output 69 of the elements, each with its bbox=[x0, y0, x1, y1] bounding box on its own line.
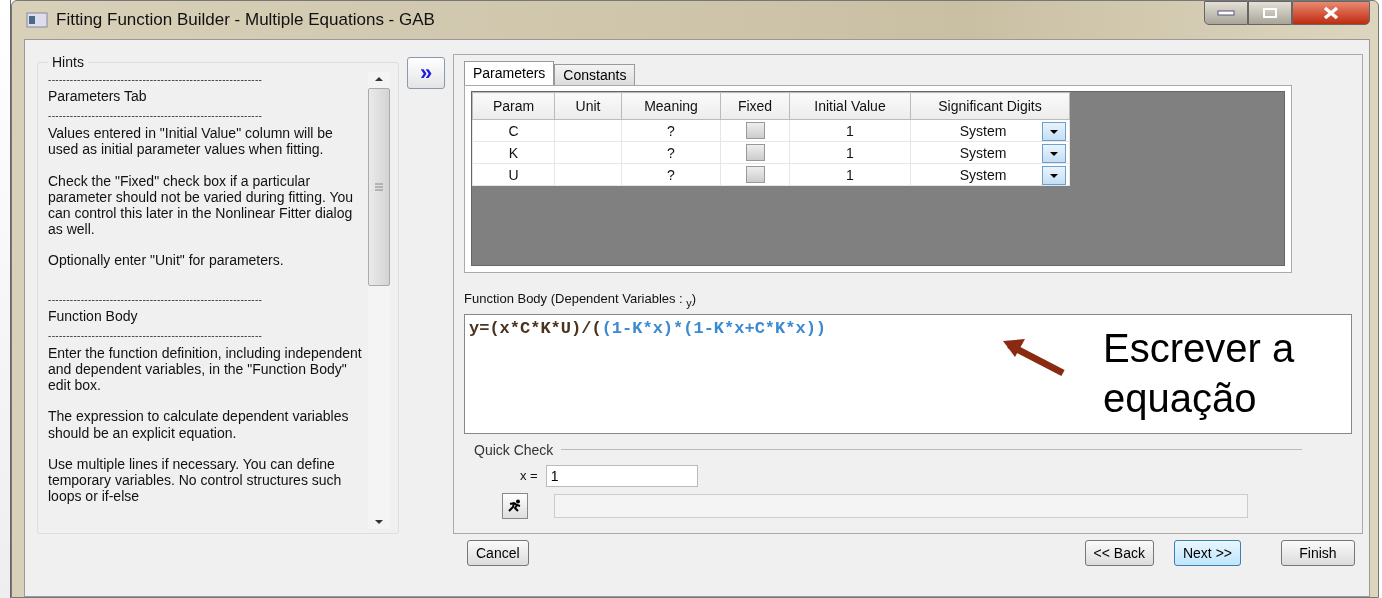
scrollbar[interactable] bbox=[368, 72, 390, 529]
dialog-button[interactable]: Finish bbox=[1281, 540, 1355, 566]
scroll-thumb[interactable] bbox=[368, 88, 390, 286]
dialog-button[interactable]: Cancel bbox=[467, 540, 529, 566]
checkbox[interactable] bbox=[745, 166, 765, 184]
table-cell: ? bbox=[621, 141, 721, 164]
hints-title: Hints bbox=[51, 54, 85, 70]
column-header: Significant Digits bbox=[910, 92, 1070, 120]
hint-paragraph: Use multiple lines if necessary. You can define temporary variables. No control structures such loops or if-else bbox=[48, 455, 343, 505]
hint-heading: Function Body bbox=[48, 307, 139, 324]
function-body-label: Function Body (Dependent Variables : $_{y}$) bbox=[464, 291, 698, 309]
expand-button[interactable]: » bbox=[407, 57, 445, 89]
annotation-text: equação bbox=[1103, 374, 1258, 422]
table-cell: ? bbox=[621, 119, 721, 142]
dashed-rule: ----------------------------------------------------------- bbox=[48, 328, 264, 343]
x-input-field[interactable]: 1 bbox=[545, 464, 698, 487]
dropdown[interactable]: System bbox=[910, 119, 1070, 142]
hint-heading: Parameters Tab bbox=[48, 88, 148, 105]
dropdown-arrow-icon bbox=[1049, 150, 1059, 157]
dialog-button[interactable]: << Back bbox=[1084, 540, 1154, 566]
dashed-rule: ----------------------------------------------------------- bbox=[48, 292, 264, 307]
close-icon bbox=[1321, 6, 1341, 20]
annotation-text: Escrever a bbox=[1103, 324, 1295, 372]
hint-paragraph: Optionally enter "Unit" for parameters. bbox=[48, 252, 285, 269]
table-cell bbox=[554, 141, 622, 164]
dropdown-arrow-icon bbox=[1049, 172, 1059, 179]
dropdown-arrow-icon bbox=[1049, 128, 1059, 135]
column-header: Param bbox=[472, 92, 555, 120]
table-cell: 1 bbox=[789, 119, 911, 142]
window-icon bbox=[26, 12, 48, 28]
scroll-down-icon[interactable] bbox=[374, 519, 384, 525]
column-header: Unit bbox=[554, 92, 622, 120]
checkbox[interactable] bbox=[745, 122, 765, 140]
code-editor[interactable]: y=(x*C*K*U)/((1-K*x)*(1-K*x+C*K*x)) Escrever a equação bbox=[464, 313, 1352, 434]
x-label: x = bbox=[520, 468, 538, 484]
equation-code: y=(x*C*K*U)/((1-K*x)*(1-K*x+C*K*x)) bbox=[469, 318, 827, 338]
maximize-icon bbox=[1262, 7, 1278, 19]
quick-check-title: Quick Check bbox=[474, 441, 554, 458]
runner-icon bbox=[507, 498, 523, 513]
table-cell: 1 bbox=[789, 141, 911, 164]
maximize-button[interactable] bbox=[1248, 1, 1292, 25]
column-header: Initial Value bbox=[789, 92, 911, 120]
tab[interactable]: Parameters bbox=[464, 61, 555, 85]
run-button[interactable] bbox=[502, 492, 528, 519]
hint-paragraph: Enter the function definition, including independent and dependent variables, in the "Function Body" edit box. bbox=[48, 344, 363, 394]
checkbox[interactable] bbox=[745, 144, 765, 162]
dropdown[interactable]: System bbox=[910, 141, 1070, 164]
column-header: Fixed bbox=[720, 92, 790, 120]
dialog-button[interactable]: Next >> bbox=[1173, 540, 1241, 566]
table-cell: C bbox=[472, 119, 555, 142]
dashed-rule: ----------------------------------------------------------- bbox=[48, 109, 264, 124]
table-cell bbox=[554, 163, 622, 186]
scroll-up-icon[interactable] bbox=[374, 76, 384, 82]
column-header: Meaning bbox=[621, 92, 721, 120]
hint-paragraph: Values entered in "Initial Value" column will be used as initial parameter values when fitting. bbox=[48, 125, 334, 158]
minimize-button[interactable] bbox=[1204, 1, 1248, 25]
table-cell: ? bbox=[621, 163, 721, 186]
dashed-rule: ----------------------------------------------------------- bbox=[48, 73, 264, 87]
table-cell: 1 bbox=[789, 163, 911, 186]
hint-paragraph: The expression to calculate dependent variables should be an explicit equation. bbox=[48, 408, 350, 441]
table-cell: U bbox=[472, 163, 555, 186]
tab[interactable]: Constants bbox=[554, 64, 636, 85]
close-button[interactable] bbox=[1292, 1, 1370, 25]
hint-paragraph: Check the "Fixed" check box if a particular parameter should not be varied during fitting. You can control this later in the Nonlinear Fitter dialog as well. bbox=[48, 172, 355, 238]
table-cell: K bbox=[472, 141, 555, 164]
table-cell bbox=[554, 119, 622, 142]
dropdown[interactable]: System bbox=[910, 163, 1070, 186]
minimize-icon bbox=[1216, 9, 1236, 17]
window-title: Fitting Function Builder - Multiple Equations - GAB bbox=[56, 10, 435, 30]
